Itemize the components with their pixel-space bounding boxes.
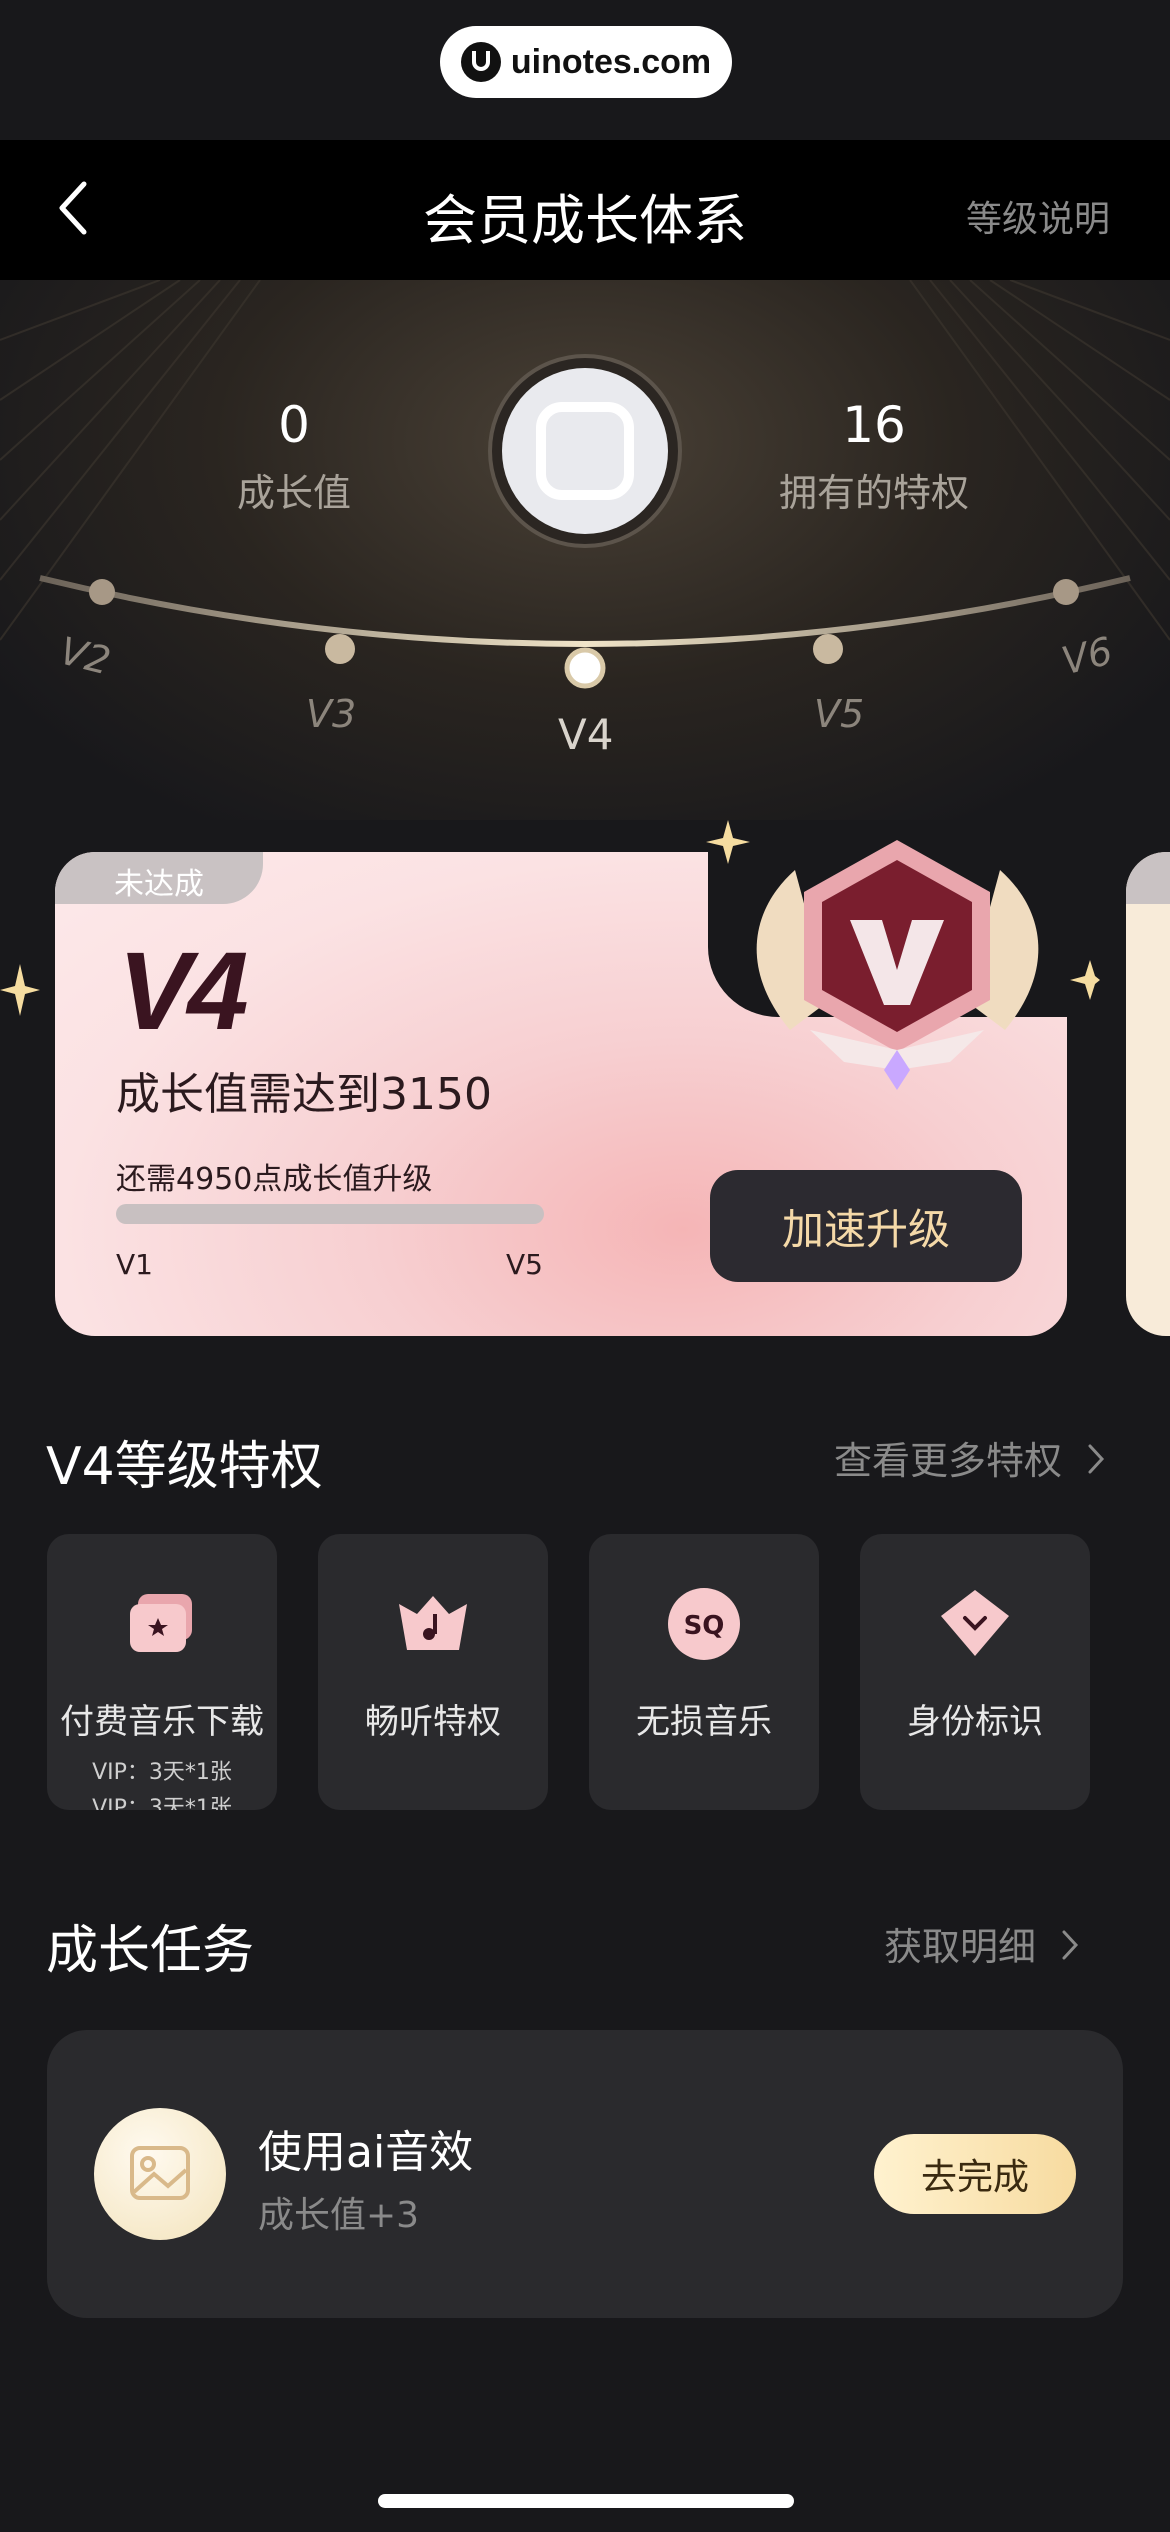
watermark-logo-icon <box>460 42 501 82</box>
sq-icon: SQ <box>668 1588 740 1660</box>
sparkle-icon <box>0 964 40 1016</box>
privilege-item-download[interactable]: 付费音乐下载 VIP：3天*1张 VIP：3天*1张 <box>47 1534 277 1810</box>
crown-music-icon <box>399 1596 467 1650</box>
privilege-label: 畅听特权 <box>365 1702 501 1742</box>
level-label-v3: V3 <box>306 692 357 736</box>
card-level-title: V4 <box>118 930 249 1053</box>
privilege-label: 身份标识 <box>907 1702 1043 1742</box>
card-range-end: V5 <box>506 1248 543 1281</box>
privilege-subtext: VIP：3天*1张 <box>92 1796 232 1810</box>
app-logo-icon <box>536 402 634 500</box>
next-level-card[interactable] <box>1126 852 1170 1336</box>
watermark: uinotes.com <box>440 26 732 98</box>
watermark-text: uinotes.com <box>510 42 712 81</box>
privilege-item-lossless[interactable]: SQ 无损音乐 <box>589 1534 819 1810</box>
privilege-count: 16 <box>842 396 906 454</box>
task-title: 使用ai音效 <box>258 2127 474 2178</box>
level-help-link[interactable]: 等级说明 <box>966 190 1110 242</box>
task-reward: 成长值+3 <box>258 2195 420 2236</box>
level-dot-v3 <box>325 634 355 664</box>
level-dot-v5 <box>813 634 843 664</box>
home-indicator[interactable] <box>378 2494 794 2508</box>
speed-up-button[interactable]: 加速升级 <box>710 1170 1022 1282</box>
card-requirement: 成长值需达到3150 <box>116 1069 492 1120</box>
task-details-link[interactable]: 获取明细 <box>884 1916 1082 1971</box>
card-remaining: 还需4950点成长值升级 <box>116 1162 433 1197</box>
level-label-v5: V5 <box>814 692 865 736</box>
next-level-card-tag <box>1126 852 1170 904</box>
growth-value-label: 成长值 <box>236 471 351 515</box>
task-icon-circle <box>94 2108 226 2240</box>
tasks-title: 成长任务 <box>46 1921 255 1981</box>
level-dot-v6 <box>1053 579 1079 605</box>
privilege-count-label: 拥有的特权 <box>778 471 969 515</box>
more-privileges-label: 查看更多特权 <box>834 1439 1063 1483</box>
level-dot-v4 <box>564 647 606 689</box>
card-progress-track <box>116 1204 544 1224</box>
svg-text:SQ: SQ <box>684 1611 725 1641</box>
card-status-tag-text: 未达成 <box>114 867 204 902</box>
privilege-label: 付费音乐下载 <box>60 1702 264 1742</box>
card-range-start: V1 <box>116 1248 153 1281</box>
privilege-label: 无损音乐 <box>636 1702 772 1742</box>
privilege-item-identity[interactable]: 身份标识 <box>860 1534 1090 1810</box>
chevron-right-icon <box>1088 1444 1105 1474</box>
level-dot-v2 <box>89 579 115 605</box>
level-label-v4: V4 <box>558 710 614 759</box>
task-complete-button[interactable]: 去完成 <box>874 2134 1076 2214</box>
v-level-badge-icon <box>706 820 1100 1090</box>
privileges-title: V4等级特权 <box>46 1437 323 1497</box>
chevron-right-icon <box>1062 1930 1079 1960</box>
task-details-label: 获取明细 <box>884 1925 1037 1969</box>
badge-icon <box>941 1590 1009 1656</box>
growth-value: 0 <box>278 396 310 454</box>
download-music-icon <box>130 1594 192 1652</box>
privilege-subtext: VIP：3天*1张 <box>92 1760 232 1785</box>
image-icon <box>130 2146 190 2200</box>
privilege-item-listening[interactable]: 畅听特权 <box>318 1534 548 1810</box>
more-privileges-link[interactable]: 查看更多特权 <box>834 1430 1108 1485</box>
